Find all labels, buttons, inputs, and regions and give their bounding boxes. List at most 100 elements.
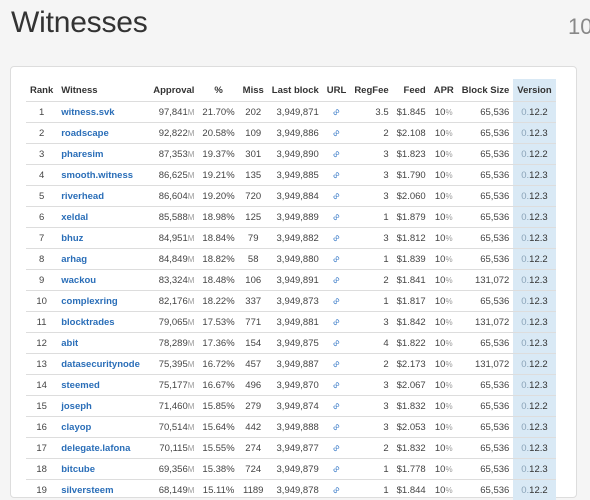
apr-value: 10 xyxy=(435,359,446,370)
url-cell: ∞ xyxy=(323,165,351,186)
witness-link[interactable]: delegate.lafona xyxy=(61,443,130,454)
feed-cell: $1.778 xyxy=(393,459,430,480)
rank-cell: 9 xyxy=(26,270,57,291)
witness-link[interactable]: joseph xyxy=(61,401,92,412)
approval-value: 86,604 xyxy=(159,191,188,202)
rank-cell: 1 xyxy=(26,102,57,123)
last-block-cell: 3,949,889 xyxy=(268,207,323,228)
apr-cell: 10% xyxy=(430,249,458,270)
table-header-row: Rank Witness Approval % Miss Last block … xyxy=(26,79,556,102)
url-cell: ∞ xyxy=(323,144,351,165)
block-size-cell: 65,536 xyxy=(458,375,514,396)
link-icon[interactable]: ∞ xyxy=(330,190,343,203)
witness-cell: smooth.witness xyxy=(57,165,149,186)
col-witness: Witness xyxy=(57,79,149,102)
rank-cell: 7 xyxy=(26,228,57,249)
apr-value: 10 xyxy=(435,485,446,496)
approval-unit: M xyxy=(188,276,195,285)
last-block-cell: 3,949,871 xyxy=(268,102,323,123)
apr-unit: % xyxy=(445,108,452,117)
witness-link[interactable]: roadscape xyxy=(61,128,109,139)
version-major: 0. xyxy=(521,464,529,475)
version-cell: 0.12.3 xyxy=(513,438,555,459)
version-cell: 0.12.2 xyxy=(513,396,555,417)
witness-link[interactable]: steemed xyxy=(61,380,100,391)
rank-cell: 15 xyxy=(26,396,57,417)
witness-link[interactable]: smooth.witness xyxy=(61,170,133,181)
link-icon[interactable]: ∞ xyxy=(330,295,343,308)
version-cell: 0.12.3 xyxy=(513,228,555,249)
pct-cell: 18.84% xyxy=(198,228,238,249)
approval-cell: 71,460M xyxy=(149,396,198,417)
last-block-cell: 3,949,879 xyxy=(268,459,323,480)
witness-link[interactable]: bitcube xyxy=(61,464,95,475)
link-icon[interactable]: ∞ xyxy=(330,400,343,413)
version-cell: 0.12.3 xyxy=(513,459,555,480)
apr-unit: % xyxy=(445,444,452,453)
feed-cell: $1.845 xyxy=(393,102,430,123)
pct-cell: 20.58% xyxy=(198,123,238,144)
apr-value: 10 xyxy=(435,128,446,139)
apr-cell: 10% xyxy=(430,291,458,312)
regfee-cell: 2 xyxy=(350,354,392,375)
version-minor: 12.3 xyxy=(529,422,548,433)
version-minor: 12.3 xyxy=(529,296,548,307)
apr-value: 10 xyxy=(435,107,446,118)
link-icon[interactable]: ∞ xyxy=(330,169,343,182)
block-size-cell: 65,536 xyxy=(458,165,514,186)
witness-link[interactable]: bhuz xyxy=(61,233,83,244)
last-block-cell: 3,949,886 xyxy=(268,123,323,144)
apr-value: 10 xyxy=(435,380,446,391)
link-icon[interactable]: ∞ xyxy=(330,442,343,455)
witness-link[interactable]: riverhead xyxy=(61,191,104,202)
link-icon[interactable]: ∞ xyxy=(330,253,343,266)
col-block-size: Block Size xyxy=(458,79,514,102)
table-row: 5riverhead86,604M19.20%7203,949,884∞3$2.… xyxy=(26,186,556,207)
witness-link[interactable]: abit xyxy=(61,338,78,349)
witness-link[interactable]: blocktrades xyxy=(61,317,114,328)
version-minor: 12.3 xyxy=(529,191,548,202)
link-icon[interactable]: ∞ xyxy=(330,274,343,287)
link-icon[interactable]: ∞ xyxy=(330,358,343,371)
link-icon[interactable]: ∞ xyxy=(330,127,343,140)
table-row: 16clayop70,514M15.64%4423,949,888∞3$2.05… xyxy=(26,417,556,438)
witness-link[interactable]: datasecuritynode xyxy=(61,359,140,370)
witness-link[interactable]: wackou xyxy=(61,275,96,286)
miss-cell: 58 xyxy=(239,249,268,270)
link-icon[interactable]: ∞ xyxy=(330,316,343,329)
witness-link[interactable]: witness.svk xyxy=(61,107,114,118)
apr-cell: 10% xyxy=(430,207,458,228)
link-icon[interactable]: ∞ xyxy=(330,379,343,392)
url-cell: ∞ xyxy=(323,123,351,144)
approval-value: 82,176 xyxy=(159,296,188,307)
approval-cell: 75,395M xyxy=(149,354,198,375)
link-icon[interactable]: ∞ xyxy=(330,232,343,245)
witness-link[interactable]: xeldal xyxy=(61,212,88,223)
witness-link[interactable]: clayop xyxy=(61,422,91,433)
col-pct: % xyxy=(198,79,238,102)
version-cell: 0.12.3 xyxy=(513,312,555,333)
link-icon[interactable]: ∞ xyxy=(330,337,343,350)
table-row: 19silversteem68,149M15.11%11893,949,878∞… xyxy=(26,480,556,500)
witness-cell: arhag xyxy=(57,249,149,270)
apr-cell: 10% xyxy=(430,354,458,375)
approval-value: 83,324 xyxy=(159,275,188,286)
apr-unit: % xyxy=(445,213,452,222)
rank-cell: 16 xyxy=(26,417,57,438)
pct-cell: 19.20% xyxy=(198,186,238,207)
link-icon[interactable]: ∞ xyxy=(330,211,343,224)
approval-unit: M xyxy=(188,444,195,453)
link-icon[interactable]: ∞ xyxy=(330,106,343,119)
witness-link[interactable]: arhag xyxy=(61,254,87,265)
link-icon[interactable]: ∞ xyxy=(330,484,343,497)
witness-link[interactable]: pharesim xyxy=(61,149,103,160)
url-cell: ∞ xyxy=(323,249,351,270)
link-icon[interactable]: ∞ xyxy=(330,463,343,476)
miss-cell: 724 xyxy=(239,459,268,480)
link-icon[interactable]: ∞ xyxy=(330,148,343,161)
witness-link[interactable]: complexring xyxy=(61,296,118,307)
witness-link[interactable]: silversteem xyxy=(61,485,113,496)
link-icon[interactable]: ∞ xyxy=(330,421,343,434)
rank-cell: 12 xyxy=(26,333,57,354)
version-major: 0. xyxy=(521,317,529,328)
